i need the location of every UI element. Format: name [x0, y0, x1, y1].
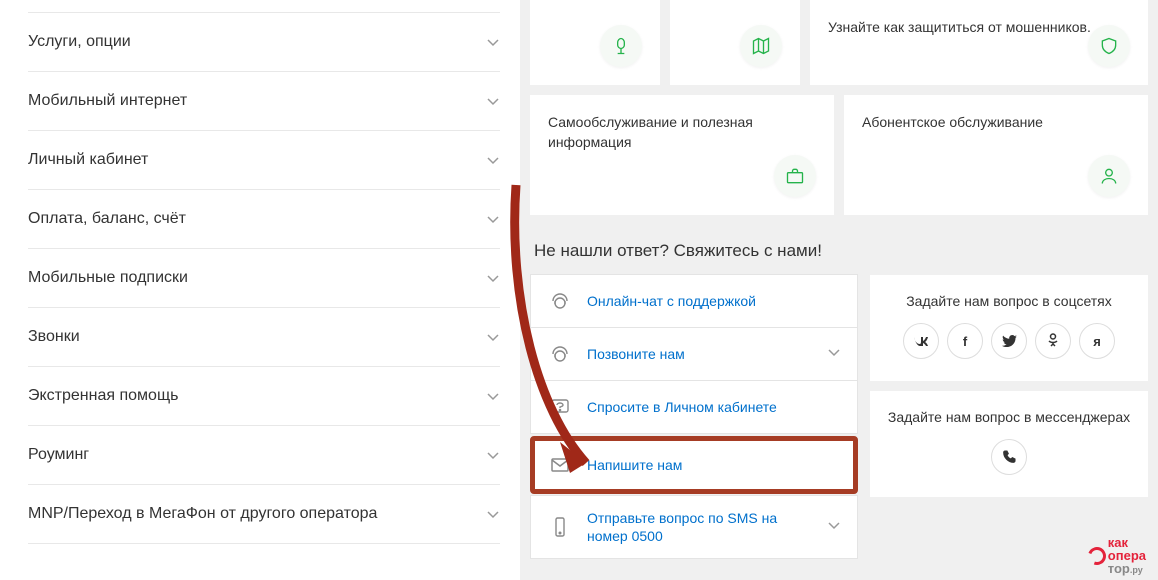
contact-item-chat[interactable]: Онлайн-чат с поддержкой: [530, 274, 858, 328]
accordion-item-roaming[interactable]: Роуминг: [28, 426, 500, 485]
accordion-item-emergency[interactable]: Экстренная помощь: [28, 367, 500, 426]
accordion-label: Личный кабинет: [28, 151, 148, 169]
contact-link[interactable]: Напишите нам: [587, 456, 682, 474]
vk-button[interactable]: [903, 323, 939, 359]
watermark-logo: как опера тор.ру: [1088, 536, 1146, 575]
accordion-label: MNP/Переход в МегаФон от другого операто…: [28, 505, 377, 523]
map-icon: [740, 25, 782, 67]
accordion-item-payment[interactable]: Оплата, баланс, счёт: [28, 190, 500, 249]
chevron-down-icon: [827, 345, 841, 364]
chevron-down-icon: [486, 153, 500, 167]
accordion-item-mnp[interactable]: MNP/Переход в МегаФон от другого операто…: [28, 485, 500, 544]
tulip-icon: [600, 25, 642, 67]
accordion-label: Мобильный интернет: [28, 92, 187, 110]
chevron-down-icon: [486, 35, 500, 49]
card-text: Абонентское обслуживание: [862, 113, 1130, 133]
chevron-down-icon: [486, 448, 500, 462]
chevron-down-icon: [486, 94, 500, 108]
card-text: Самообслуживание и полезная информация: [548, 113, 816, 152]
facebook-button[interactable]: f: [947, 323, 983, 359]
chevron-down-icon: [827, 518, 841, 537]
accordion-label: Оплата, баланс, счёт: [28, 210, 186, 228]
logo-circle-icon: [1085, 544, 1109, 568]
accordion-item-lk[interactable]: Личный кабинет: [28, 131, 500, 190]
contact-link[interactable]: Спросите в Личном кабинете: [587, 398, 777, 416]
accordion-label: Услуги, опции: [28, 33, 131, 51]
briefcase-icon: [774, 155, 816, 197]
accordion-label: Экстренная помощь: [28, 387, 178, 405]
contact-link[interactable]: Онлайн-чат с поддержкой: [587, 292, 756, 310]
contact-item-call[interactable]: Позвоните нам: [530, 327, 858, 381]
contact-link[interactable]: Позвоните нам: [587, 345, 685, 363]
top-cards-row: Узнайте как защититься от мошенников.: [530, 0, 1148, 85]
person-icon: [1088, 155, 1130, 197]
accordion-item-subscriptions[interactable]: Мобильные подписки: [28, 249, 500, 308]
card-self-service[interactable]: Самообслуживание и полезная информация: [530, 95, 834, 215]
envelope-icon: [547, 452, 573, 478]
twitter-button[interactable]: [991, 323, 1027, 359]
messenger-icons-row: [884, 439, 1134, 475]
yandex-button[interactable]: я: [1079, 323, 1115, 359]
accordion-label: Звонки: [28, 328, 80, 346]
accordion-label: Роуминг: [28, 446, 89, 464]
messengers-card: Задайте нам вопрос в мессенджерах: [870, 391, 1148, 497]
odnoklassniki-button[interactable]: [1035, 323, 1071, 359]
headset-icon: [547, 341, 573, 367]
chevron-down-icon: [486, 330, 500, 344]
contact-link[interactable]: Отправьте вопрос по SMS на номер 0500: [587, 509, 813, 545]
contact-item-write[interactable]: Напишите нам: [530, 436, 858, 494]
contact-heading: Не нашли ответ? Свяжитесь с нами!: [534, 241, 1148, 261]
contact-list: Онлайн-чат с поддержкой Позвоните нам Сп…: [530, 275, 858, 559]
card-subscriber-service[interactable]: Абонентское обслуживание: [844, 95, 1148, 215]
chevron-down-icon: [486, 212, 500, 226]
card-text: Узнайте как защититься от мошенников.: [828, 18, 1130, 38]
bottom-row: Онлайн-чат с поддержкой Позвоните нам Сп…: [530, 275, 1148, 559]
phone-device-icon: [547, 514, 573, 540]
sidebar: Услуги, опции Мобильный интернет Личный …: [0, 0, 520, 580]
accordion-item-internet[interactable]: Мобильный интернет: [28, 72, 500, 131]
contact-item-lk[interactable]: Спросите в Личном кабинете: [530, 380, 858, 434]
card-fraud-protection[interactable]: Узнайте как защититься от мошенников.: [810, 0, 1148, 85]
shield-icon: [1088, 25, 1130, 67]
accordion-label: Мобильные подписки: [28, 269, 188, 287]
contact-item-sms[interactable]: Отправьте вопрос по SMS на номер 0500: [530, 495, 858, 559]
social-panel: Задайте нам вопрос в соцсетях f я Задайт…: [870, 275, 1148, 559]
headset-icon: [547, 288, 573, 314]
messengers-title: Задайте нам вопрос в мессенджерах: [884, 409, 1134, 425]
chevron-down-icon: [486, 271, 500, 285]
card-placeholder-1[interactable]: [530, 0, 660, 85]
chevron-down-icon: [486, 507, 500, 521]
chevron-down-icon: [486, 389, 500, 403]
social-icons-row: f я: [884, 323, 1134, 359]
accordion-item-calls[interactable]: Звонки: [28, 308, 500, 367]
viber-button[interactable]: [991, 439, 1027, 475]
question-chat-icon: [547, 394, 573, 420]
card-placeholder-2[interactable]: [670, 0, 800, 85]
main-area: Узнайте как защититься от мошенников. Са…: [520, 0, 1158, 580]
accordion-item-services[interactable]: Услуги, опции: [28, 12, 500, 72]
social-networks-card: Задайте нам вопрос в соцсетях f я: [870, 275, 1148, 381]
second-cards-row: Самообслуживание и полезная информация А…: [530, 95, 1148, 215]
social-title: Задайте нам вопрос в соцсетях: [884, 293, 1134, 309]
